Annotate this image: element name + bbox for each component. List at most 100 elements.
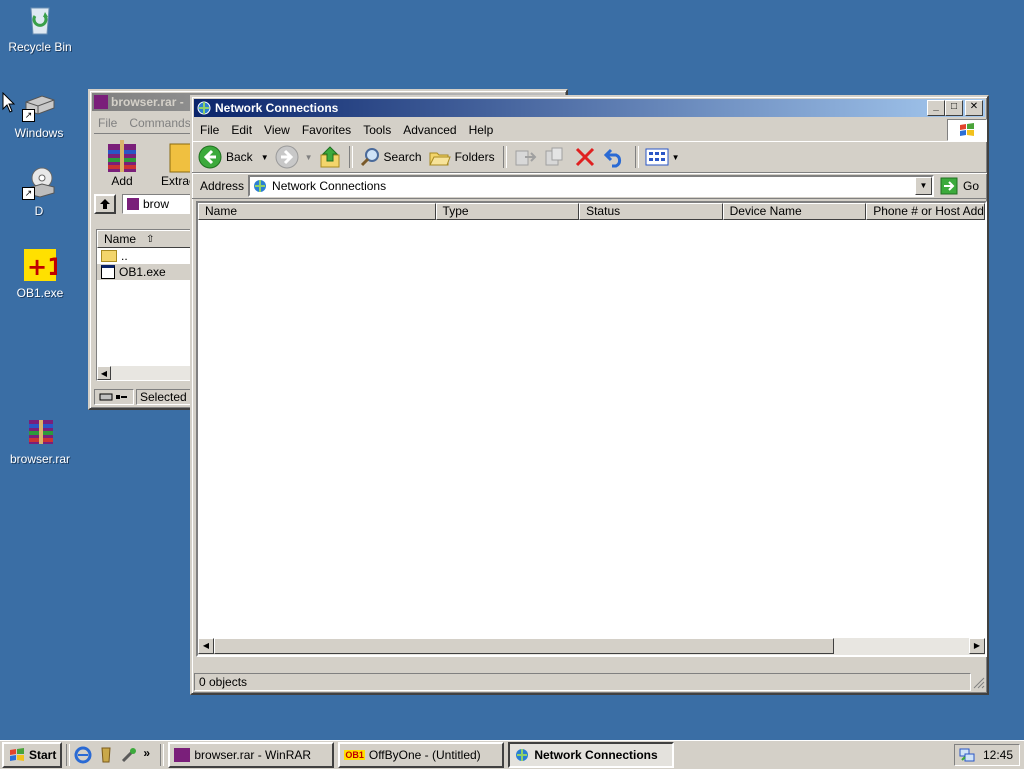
back-arrow-icon [198,145,222,169]
add-archive-icon [108,140,136,172]
back-dropdown-icon[interactable]: ▼ [261,153,269,162]
column-header-type[interactable]: Type [435,203,580,220]
column-header-name[interactable]: Name ⇧ [97,230,193,248]
undo-icon [603,148,621,168]
up-arrow-icon [100,199,110,209]
address-dropdown-button[interactable]: ▼ [914,177,932,195]
desktop-icon-ob1[interactable]: +1 OB1.exe [0,248,80,300]
menu-view[interactable]: View [258,123,296,137]
list-item[interactable]: .. [97,248,193,264]
clock[interactable]: 12:45 [983,748,1013,762]
close-button[interactable]: ✕ [965,100,983,116]
network-connections-icon [516,749,529,761]
winrar-hscroll[interactable]: ◀ [97,366,193,380]
scroll-track[interactable] [834,638,969,655]
add-button[interactable]: Add [94,134,150,192]
toolbar-separator [348,146,353,168]
window-title: browser.rar - [111,95,184,109]
menu-file[interactable]: File [194,123,225,137]
move-to-button[interactable] [513,146,537,168]
address-input[interactable]: Network Connections ▼ [248,175,934,197]
resize-grip-icon[interactable] [971,675,985,689]
copy-to-icon [545,147,563,166]
network-connections-icon [197,101,211,115]
tools-icon[interactable] [120,746,138,764]
undo-button[interactable] [603,146,627,168]
scroll-right-button[interactable]: ▶ [969,638,985,654]
shortcut-arrow-icon: ↗ [22,187,35,200]
menu-help[interactable]: Help [463,123,500,137]
folder-icon [101,250,117,262]
network-tray-icon[interactable] [959,747,975,766]
quick-launch-more-chevron[interactable]: » [143,746,153,764]
desktop-icon-label: browser.rar [9,452,71,466]
search-button[interactable]: Search [359,146,422,168]
scroll-left-button[interactable]: ◀ [198,638,214,654]
column-header-status[interactable]: Status [579,203,723,220]
copy-to-button[interactable] [543,146,567,168]
folders-icon [428,152,451,166]
views-button[interactable]: ▼ [645,147,680,167]
desktop-icon-label: D [34,204,44,218]
window-title: Network Connections [215,101,339,115]
forward-dropdown-icon[interactable]: ▼ [305,153,313,162]
maximize-button[interactable]: □ [945,100,963,116]
network-connections-window[interactable]: Network Connections _ □ ✕ File Edit View… [190,95,989,695]
forward-button[interactable]: ▼ [275,145,313,169]
cleanup-icon[interactable] [97,746,115,764]
address-label: Address [200,179,245,193]
desktop-icon-browser-rar[interactable]: browser.rar [0,414,80,466]
up-folder-button[interactable] [94,194,116,214]
menu-file[interactable]: File [92,116,123,130]
taskbar: Start » browser.rar - WinRAR OB1 OffByOn… [0,740,1024,769]
ie-icon[interactable] [74,746,92,764]
scroll-thumb[interactable] [214,638,834,654]
netconn-statusbar: 0 objects [194,673,985,691]
desktop-icon-label: Recycle Bin [8,40,72,54]
taskbar-separator [160,744,165,766]
taskbar-separator [66,744,71,766]
forward-arrow-icon [275,145,299,169]
address-bar: Address Network Connections ▼ Go [192,173,987,199]
list-item[interactable]: OB1.exe [97,264,193,280]
delete-x-icon [575,147,594,167]
column-header-device-name[interactable]: Device Name [722,203,867,220]
menu-edit[interactable]: Edit [225,123,258,137]
views-dropdown-icon: ▼ [671,152,680,162]
sort-up-icon: ⇧ [146,233,155,245]
system-tray: 12:45 [954,744,1020,766]
column-header-name[interactable]: Name [198,203,436,220]
menu-favorites[interactable]: Favorites [296,123,357,137]
horizontal-scrollbar[interactable]: ◀ ▶ [198,638,985,655]
menu-advanced[interactable]: Advanced [397,123,462,137]
minimize-button[interactable]: _ [927,100,945,116]
netconn-titlebar[interactable]: Network Connections _ □ ✕ [194,99,985,117]
drive-status-icon [94,389,134,405]
menu-commands[interactable]: Commands [123,116,196,130]
path-field[interactable]: brow [122,194,194,214]
column-headers: Name Type Status Device Name Phone # or … [198,203,985,220]
desktop-icon-d[interactable]: ↗ D [0,166,79,218]
ob1-app-icon: OB1 [344,750,365,760]
toolbar-separator [502,146,507,168]
desktop-icon-label: Windows [14,126,64,140]
svg-text:+1: +1 [27,253,57,281]
task-button-network-connections[interactable]: Network Connections [508,742,675,768]
start-button[interactable]: Start [2,742,63,768]
scroll-left-button[interactable]: ◀ [97,366,111,380]
go-arrow-icon [940,177,958,195]
winrar-file-list[interactable]: Name ⇧ .. OB1.exe ◀ [96,229,194,381]
up-button[interactable] [319,145,341,169]
task-button-offbyone[interactable]: OB1 OffByOne - (Untitled) [338,742,505,768]
menu-tools[interactable]: Tools [357,123,397,137]
task-button-winrar[interactable]: browser.rar - WinRAR [168,742,335,768]
winrar-app-icon [174,748,191,762]
go-button[interactable]: Go [940,177,979,195]
back-button[interactable]: Back ▼ [198,145,269,169]
desktop-icon-recycle-bin[interactable]: Recycle Bin [0,2,80,54]
column-header-phone-host[interactable]: Phone # or Host Addre [866,203,985,220]
connections-list-view[interactable]: Name Type Status Device Name Phone # or … [196,201,987,657]
folders-button[interactable]: Folders [428,146,495,168]
delete-button[interactable] [573,146,597,168]
toolbar-separator [634,146,639,168]
